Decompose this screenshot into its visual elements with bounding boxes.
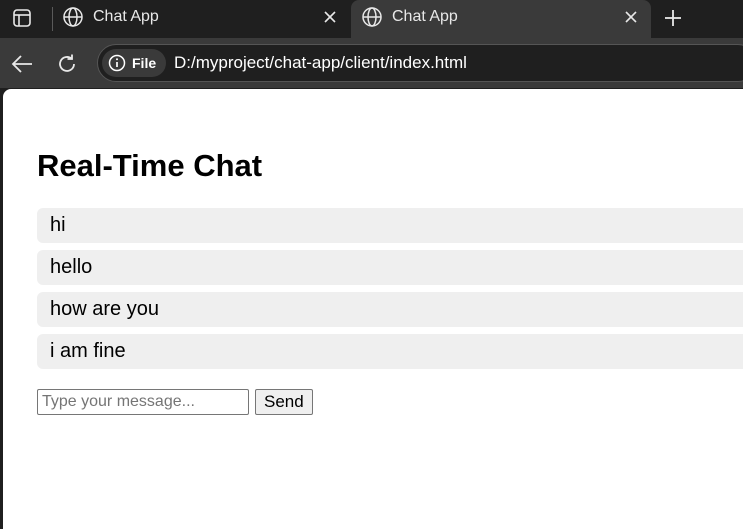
- close-icon[interactable]: [621, 7, 641, 27]
- close-icon[interactable]: [320, 7, 340, 27]
- message-item: hi: [37, 208, 743, 243]
- browser-toolbar: File D:/myproject/chat-app/client/index.…: [0, 38, 743, 88]
- message-item: hello: [37, 250, 743, 285]
- page-viewport: Real-Time Chat hi hello how are you i am…: [3, 89, 743, 529]
- url-text: D:/myproject/chat-app/client/index.html: [174, 53, 467, 72]
- site-chip-label: File: [132, 55, 157, 71]
- message-item: i am fine: [37, 334, 743, 369]
- message-item: how are you: [37, 292, 743, 327]
- back-arrow-icon[interactable]: [8, 50, 36, 78]
- tab-separator: [52, 7, 53, 31]
- message-input[interactable]: [37, 389, 249, 415]
- message-composer: Send: [37, 389, 313, 415]
- new-tab-icon[interactable]: [660, 5, 686, 31]
- globe-icon: [360, 5, 384, 29]
- tab-title: Chat App: [93, 8, 159, 25]
- globe-icon: [61, 5, 85, 29]
- tab-title: Chat App: [392, 8, 458, 25]
- send-button[interactable]: Send: [255, 389, 313, 415]
- tab-chat-app-1[interactable]: Chat App: [54, 0, 350, 38]
- tab-strip: Chat App Chat App: [0, 0, 743, 38]
- message-list: hi hello how are you i am fine: [37, 208, 743, 376]
- info-icon: [108, 54, 126, 72]
- reload-icon[interactable]: [53, 50, 81, 78]
- tab-actions-icon[interactable]: [10, 6, 34, 30]
- site-info-chip[interactable]: File: [102, 49, 167, 77]
- page-title: Real-Time Chat: [37, 148, 263, 183]
- address-bar[interactable]: File D:/myproject/chat-app/client/index.…: [97, 44, 743, 82]
- tab-chat-app-2[interactable]: Chat App: [351, 0, 651, 38]
